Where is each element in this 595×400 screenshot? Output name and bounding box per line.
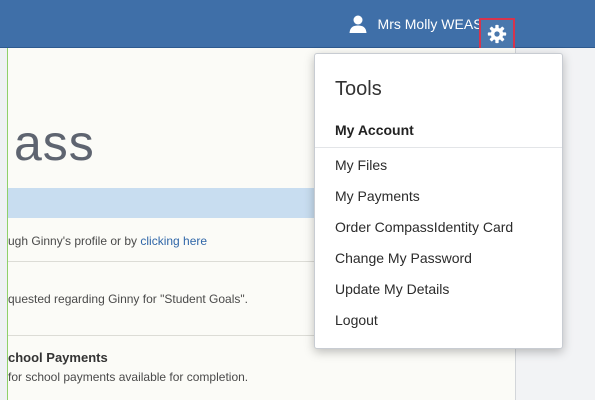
gear-icon xyxy=(487,24,507,44)
page-title: ass xyxy=(14,115,95,171)
menu-item-update-details[interactable]: Update My Details xyxy=(335,281,449,297)
menu-item-my-payments[interactable]: My Payments xyxy=(335,188,420,204)
my-account-heading: My Account xyxy=(335,122,414,138)
school-payments-text: for school payments available for comple… xyxy=(8,370,249,384)
menu-item-change-password[interactable]: Change My Password xyxy=(335,250,472,266)
menu-item-logout[interactable]: Logout xyxy=(335,312,378,328)
top-bar: Mrs Molly WEASLEY xyxy=(0,0,595,50)
clicking-here-link[interactable]: clicking here xyxy=(140,234,207,248)
school-payments-heading[interactable]: chool Payments xyxy=(8,350,108,365)
dropdown-title: Tools xyxy=(335,78,382,100)
person-icon xyxy=(349,15,367,33)
profile-notice: ugh Ginny's profile or by clicking here xyxy=(8,234,207,248)
profile-notice-text: ugh Ginny's profile or by xyxy=(8,234,141,248)
menu-item-my-files[interactable]: My Files xyxy=(335,157,387,173)
tools-dropdown: Tools My Account My Files My Payments Or… xyxy=(314,53,563,349)
settings-button[interactable] xyxy=(479,18,515,50)
menu-item-order-identity-card[interactable]: Order CompassIdentity Card xyxy=(335,219,513,235)
dropdown-divider xyxy=(315,147,562,148)
goals-notice: quested regarding Ginny for "Student Goa… xyxy=(8,292,248,306)
